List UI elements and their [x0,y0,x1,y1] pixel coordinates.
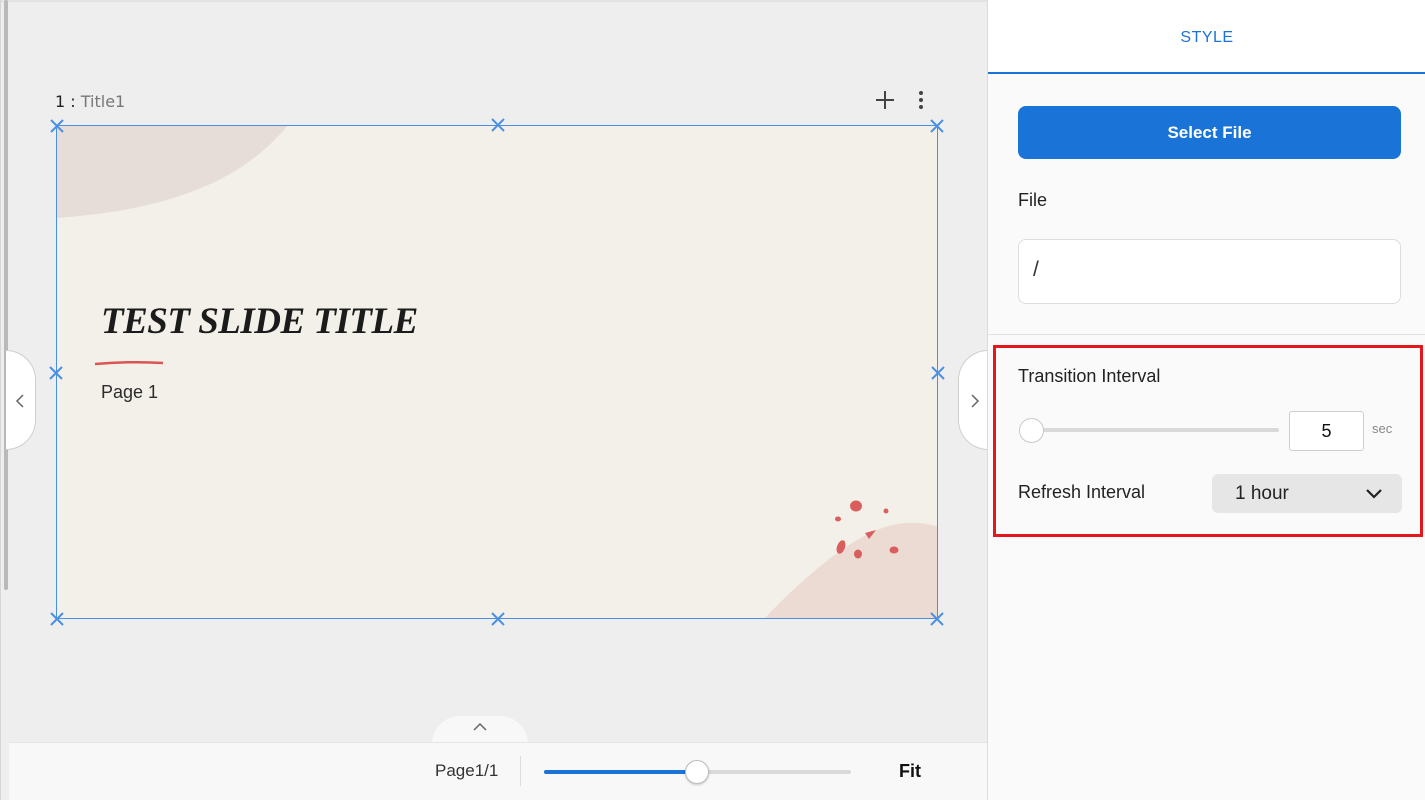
resize-handle-top-right[interactable] [929,118,945,134]
resize-handle-bottom[interactable] [490,611,506,627]
tab-underline [988,72,1425,74]
previous-slide-button[interactable] [6,350,36,450]
tab-style[interactable]: STYLE [988,0,1425,73]
slide-number: 1 [55,92,66,111]
select-file-button[interactable]: Select File [1018,106,1401,159]
properties-panel: STYLE Select File File / Transition Inte… [987,0,1425,800]
slide-background-shapes [56,125,938,619]
canvas-area: 1 : Title1 TEST SLIDE TITLE Page 1 Page1… [0,0,987,800]
page-indicator: Page1/1 [435,761,498,781]
plus-icon [876,91,894,109]
file-label: File [1018,190,1048,210]
top-border [0,0,987,2]
resize-handle-bottom-right[interactable] [929,611,945,627]
chevron-down-icon [1366,489,1382,499]
transition-slider-track[interactable] [1031,428,1279,432]
chevron-right-icon [971,394,980,408]
next-slide-button[interactable] [958,350,987,450]
bottom-divider [520,756,521,786]
resize-handle-bottom-left[interactable] [49,611,65,627]
slide-label: 1 : Title1 [55,92,125,111]
transition-interval-label: Transition Interval [1018,366,1161,386]
resize-handle-left[interactable] [48,365,64,381]
zoom-slider-fill [544,770,697,774]
transition-unit: sec [1372,421,1393,436]
add-slide-button[interactable] [873,88,897,112]
vertical-scrollbar[interactable] [4,0,8,590]
page-value: 1/1 [474,761,499,780]
slide-title[interactable]: TEST SLIDE TITLE [101,300,418,343]
refresh-interval-label: Refresh Interval [1018,482,1146,502]
resize-handle-top-left[interactable] [49,118,65,134]
collapse-toggle[interactable] [432,716,528,744]
left-border [0,0,1,800]
resize-handle-top[interactable] [490,117,506,133]
panel-divider [988,334,1425,335]
slide-more-button[interactable] [910,88,932,112]
transition-interval-input[interactable]: 5 [1289,411,1364,451]
more-vertical-icon [919,91,923,109]
chevron-left-icon [15,394,24,408]
chevron-up-icon [473,722,487,731]
slide-subtitle[interactable]: Page 1 [101,382,158,403]
file-path-field[interactable]: / [1018,239,1401,304]
page-label: Page [435,761,475,780]
transition-slider-thumb[interactable] [1019,418,1044,443]
fit-button[interactable]: Fit [899,761,921,782]
zoom-slider-thumb[interactable] [685,760,709,784]
slide-name: Title1 [80,92,126,111]
slide-preview[interactable]: TEST SLIDE TITLE Page 1 [56,125,938,619]
resize-handle-right[interactable] [930,365,946,381]
slide-separator: : [70,92,76,111]
